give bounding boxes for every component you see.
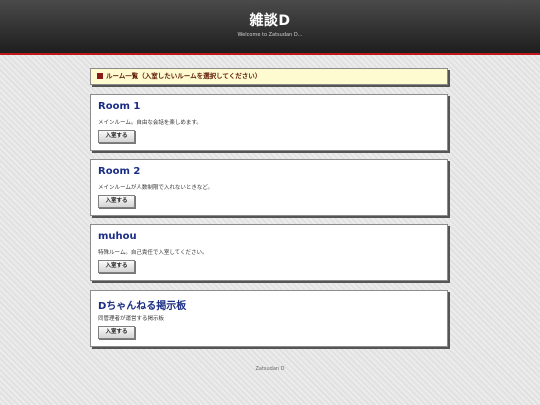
site-header: 雑談D Welcome to Zatsudan D... (0, 0, 540, 55)
room-description: メインルーム。自由な会話を楽しめます。 (98, 120, 202, 126)
room-title: Room 1 (98, 101, 141, 112)
room-description: 同管理者が運営する掲示板 (98, 316, 165, 322)
room-title: Dちゃんねる掲示板 (98, 301, 187, 312)
site-subtitle: Welcome to Zatsudan D... (237, 32, 303, 38)
room-description: メインルームが人数制限で入れないときなど。 (98, 185, 214, 191)
room-title: Room 2 (98, 166, 141, 177)
room-card-3: muhou 特殊ルーム。自己責任で入室してください。 入室する (90, 224, 448, 281)
square-bullet-icon (97, 72, 103, 79)
room-card-2: Room 2 メインルームが人数制限で入れないときなど。 入室する (90, 159, 448, 216)
room-card-1: Room 1 メインルーム。自由な会話を楽しめます。 入室する (90, 94, 448, 151)
room-card-4: Dちゃんねる掲示板 同管理者が運営する掲示板 入室する (90, 290, 448, 347)
site-footer: Zatsudan D (255, 366, 285, 372)
room-title: muhou (98, 231, 137, 242)
enter-room-button[interactable]: 入室する (98, 326, 135, 339)
room-list-heading: ルーム一覧（入室したいルームを選択してください） (106, 72, 262, 80)
site-title: 雑談D (249, 13, 291, 29)
enter-room-button[interactable]: 入室する (98, 195, 135, 208)
room-list-notice: ルーム一覧（入室したいルームを選択してください） (90, 68, 448, 85)
enter-room-button[interactable]: 入室する (98, 130, 135, 143)
enter-room-button[interactable]: 入室する (98, 260, 135, 273)
room-description: 特殊ルーム。自己責任で入室してください。 (98, 250, 208, 256)
